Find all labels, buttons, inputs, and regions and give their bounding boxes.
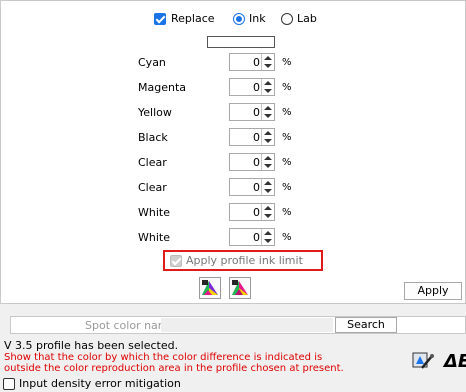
ink-unit: % — [282, 182, 292, 193]
ink-unit: % — [282, 82, 292, 93]
density-mitigation-label: Input density error mitigation — [19, 377, 181, 390]
stepper-arrows[interactable] — [261, 129, 274, 145]
ink-row-cyan: Cyan 0 % — [1, 53, 465, 73]
ink-name: White — [138, 231, 170, 244]
density-mitigation-checkbox[interactable] — [3, 378, 15, 390]
stepper-down-icon[interactable] — [264, 239, 272, 243]
ink-edit-panel: Replace Ink Lab Cyan 0 % Magenta 0 % Yel… — [0, 0, 466, 304]
ink-name: Clear — [138, 181, 167, 194]
ink-value-stepper[interactable]: 0 — [229, 128, 275, 146]
lab-radio-label: Lab — [297, 12, 317, 25]
stepper-down-icon[interactable] — [264, 89, 272, 93]
ink-value-stepper[interactable]: 0 — [229, 203, 275, 221]
spot-color-input[interactable] — [161, 318, 333, 332]
stepper-arrows[interactable] — [261, 204, 274, 220]
ink-value: 0 — [253, 106, 260, 119]
ink-row-clear-2: Clear 0 % — [1, 178, 465, 198]
apply-ink-limit-label: Apply profile ink limit — [186, 254, 303, 267]
ink-name: White — [138, 206, 170, 219]
ink-value: 0 — [253, 56, 260, 69]
ink-name: Cyan — [138, 56, 166, 69]
stepper-up-icon[interactable] — [264, 156, 272, 160]
lab-radio[interactable] — [281, 13, 293, 25]
stepper-arrows[interactable] — [261, 79, 274, 95]
stepper-up-icon[interactable] — [264, 231, 272, 235]
stepper-down-icon[interactable] — [264, 189, 272, 193]
gamut-magenta-icon — [232, 280, 248, 295]
color-swatch-name-field[interactable] — [207, 36, 275, 48]
ink-unit: % — [282, 107, 292, 118]
ink-unit: % — [282, 57, 292, 68]
ink-value: 0 — [253, 206, 260, 219]
gamut-button[interactable] — [199, 277, 221, 299]
gamut-warning: Show that the color by which the color d… — [4, 352, 344, 374]
stepper-up-icon[interactable] — [264, 81, 272, 85]
ink-row-clear-1: Clear 0 % — [1, 153, 465, 173]
ink-value: 0 — [253, 156, 260, 169]
gamut-icon — [202, 280, 218, 295]
stepper-arrows[interactable] — [261, 229, 274, 245]
stepper-up-icon[interactable] — [264, 106, 272, 110]
stepper-arrows[interactable] — [261, 179, 274, 195]
stepper-up-icon[interactable] — [264, 181, 272, 185]
ink-radio-label: Ink — [249, 12, 266, 25]
mode-bar: Replace Ink Lab — [1, 12, 465, 28]
ink-value-stepper[interactable]: 0 — [229, 228, 275, 246]
ink-name: Black — [138, 131, 168, 144]
ink-row-white-1: White 0 % — [1, 203, 465, 223]
apply-ink-limit-checkbox[interactable] — [170, 255, 182, 267]
stepper-down-icon[interactable] — [264, 114, 272, 118]
stepper-down-icon[interactable] — [264, 164, 272, 168]
stepper-down-icon[interactable] — [264, 139, 272, 143]
stepper-up-icon[interactable] — [264, 56, 272, 60]
ink-unit: % — [282, 132, 292, 143]
search-button[interactable]: Search — [335, 317, 397, 333]
stepper-arrows[interactable] — [261, 54, 274, 70]
spot-color-bar: Spot color name Search — [10, 316, 466, 334]
gamut-warning-line-2: outside the color reproduction area in t… — [4, 363, 344, 374]
ink-row-white-2: White 0 % — [1, 228, 465, 248]
delta-e-button[interactable]: ΔE — [440, 350, 466, 374]
stepper-down-icon[interactable] — [264, 214, 272, 218]
ink-name: Magenta — [138, 81, 187, 94]
stepper-arrows[interactable] — [261, 154, 274, 170]
ink-name: Clear — [138, 156, 167, 169]
ink-value-stepper[interactable]: 0 — [229, 103, 275, 121]
ink-unit: % — [282, 157, 292, 168]
gamut-magenta-button[interactable] — [229, 277, 251, 299]
picker-button[interactable] — [410, 350, 436, 374]
apply-button[interactable]: Apply — [404, 282, 462, 300]
ink-row-black: Black 0 % — [1, 128, 465, 148]
ink-row-yellow: Yellow 0 % — [1, 103, 465, 123]
replace-label: Replace — [171, 12, 215, 25]
ink-value: 0 — [253, 81, 260, 94]
stepper-down-icon[interactable] — [264, 64, 272, 68]
ink-value: 0 — [253, 131, 260, 144]
ink-row-magenta: Magenta 0 % — [1, 78, 465, 98]
ink-name: Yellow — [138, 106, 172, 119]
ink-radio[interactable] — [233, 13, 245, 25]
stepper-up-icon[interactable] — [264, 131, 272, 135]
profile-status: V 3.5 profile has been selected. — [4, 339, 179, 352]
stepper-arrows[interactable] — [261, 104, 274, 120]
gamut-warning-line-1: Show that the color by which the color d… — [4, 352, 323, 363]
stepper-up-icon[interactable] — [264, 206, 272, 210]
picker-icon — [412, 352, 434, 369]
ink-value-stepper[interactable]: 0 — [229, 53, 275, 71]
ink-value-stepper[interactable]: 0 — [229, 178, 275, 196]
ink-value: 0 — [253, 231, 260, 244]
ink-value: 0 — [253, 181, 260, 194]
delta-e-icon: ΔE — [444, 351, 466, 372]
ink-unit: % — [282, 232, 292, 243]
ink-value-stepper[interactable]: 0 — [229, 78, 275, 96]
replace-checkbox[interactable] — [154, 13, 166, 25]
ink-value-stepper[interactable]: 0 — [229, 153, 275, 171]
ink-unit: % — [282, 207, 292, 218]
